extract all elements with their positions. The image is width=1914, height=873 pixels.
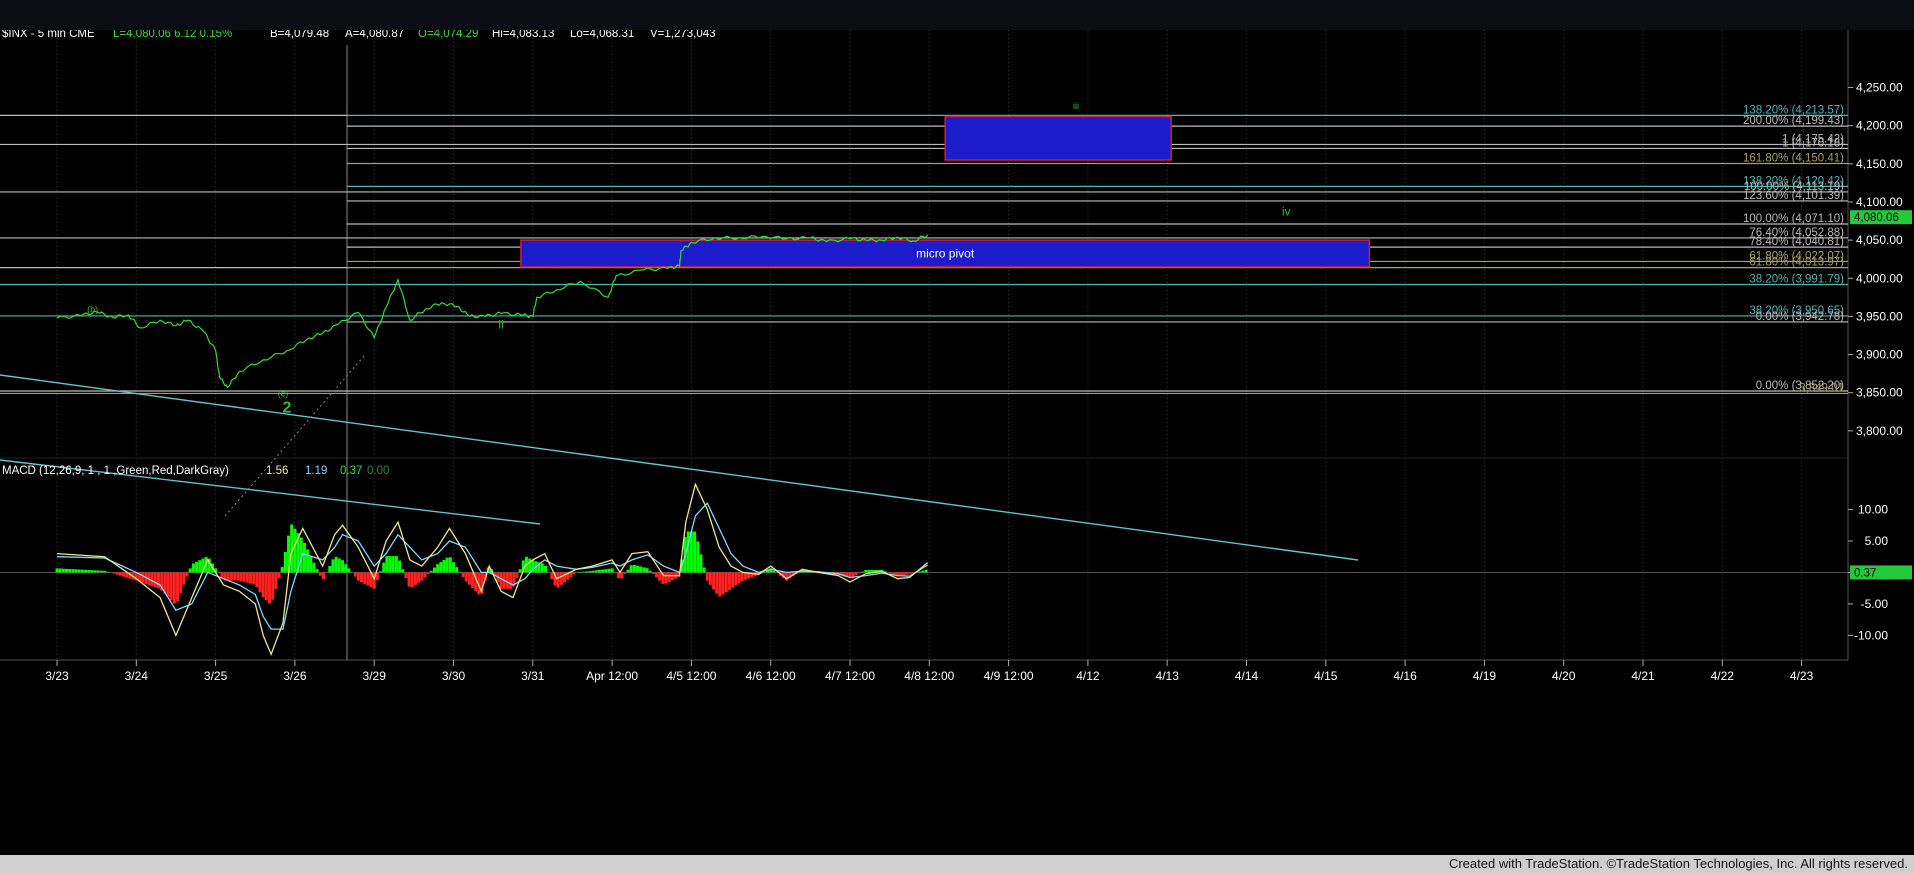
time-tick-label: 3/30 (442, 669, 466, 683)
fib-label: 1 (4,170.18) (1782, 137, 1844, 149)
fib-label: 161.80% (4,150.41) (1743, 153, 1844, 165)
footer-bar: Created with TradeStation. ©TradeStation… (0, 855, 1914, 873)
wave-label: iii (1073, 101, 1079, 111)
macd-label: MACD (12,26,9, 1 , 1 ,Green,Red,DarkGray… (2, 465, 229, 477)
macd-last-label: 0.37 (1854, 567, 1876, 579)
time-tick-label: 4/7 12:00 (825, 669, 875, 683)
quote-open: O=4,074.29 (418, 30, 478, 40)
price-tick-label: 3,850.00 (1856, 386, 1903, 400)
window-titlebar (0, 0, 1914, 30)
time-tick-label: 4/13 (1156, 669, 1180, 683)
macd-value-1: 1.56 (266, 465, 288, 477)
fib-label: 78.40% (4,040.81) (1749, 236, 1844, 248)
time-tick-label: 4/20 (1552, 669, 1576, 683)
wave-label: ii (498, 318, 503, 332)
time-tick-label: 3/26 (283, 669, 307, 683)
time-tick-label: 4/16 (1393, 669, 1417, 683)
time-tick-label: Apr 12:00 (586, 669, 638, 683)
fib-label: 38.20% (3,991.79) (1749, 274, 1844, 286)
time-tick-label: 4/6 12:00 (746, 669, 796, 683)
price-tick-label: 3,950.00 (1856, 309, 1903, 323)
time-tick-label: 4/23 (1790, 669, 1814, 683)
fib-label: 123.60% (4,101.39) (1743, 190, 1844, 202)
wave-label: 2 (283, 400, 292, 417)
wave-label: (b) (87, 305, 98, 315)
fib-label: 0.00% (3,942.78) (1756, 311, 1844, 323)
fib-label: 3,849.01 (1799, 382, 1844, 394)
time-tick-label: 4/8 12:00 (904, 669, 954, 683)
quote-ask: A=4,080.87 (345, 30, 404, 40)
box-label: micro pivot (916, 246, 975, 260)
footer-copyright: Created with TradeStation. ©TradeStation… (1448, 856, 1908, 871)
price-tick-label: 4,050.00 (1856, 233, 1903, 247)
price-tick-label: 4,150.00 (1856, 157, 1903, 171)
fib-label: 200.00% (4,199.43) (1743, 115, 1844, 127)
chart-canvas[interactable]: 138.20% (4,213.57)200.00% (4,199.43)1 (4… (0, 30, 1914, 855)
target-box (944, 115, 1172, 161)
quote-high: Hi=4,083.13 (492, 30, 554, 40)
time-tick-label: 4/15 (1314, 669, 1338, 683)
time-tick-label: 3/29 (363, 669, 387, 683)
price-tick-label: 3,800.00 (1856, 424, 1903, 438)
quote-bid: B=4,079.48 (270, 30, 329, 40)
macd-tick-label: -5.00 (1861, 597, 1889, 611)
symbol-label: $INX - 5 min CME (2, 30, 95, 40)
price-tick-label: 4,000.00 (1856, 271, 1903, 285)
fib-label: 61.80% (4,013.97) (1749, 257, 1844, 269)
macd-value-2: 1.19 (305, 465, 327, 477)
quote-low: Lo=4,068.31 (570, 30, 634, 40)
wave-label: (c) (278, 389, 289, 399)
macd-tick-label: 5.00 (1865, 534, 1889, 548)
time-tick-label: 4/5 12:00 (666, 669, 716, 683)
time-tick-label: 4/14 (1235, 669, 1259, 683)
quote-last: L=4,080.06 6.12 0.15% (113, 30, 232, 40)
price-tick-label: 3,900.00 (1856, 348, 1903, 362)
macd-tick-label: -10.00 (1854, 628, 1888, 642)
macd-tick-label: 10.00 (1858, 502, 1888, 516)
time-tick-label: 4/12 (1076, 669, 1100, 683)
time-tick-label: 3/31 (521, 669, 545, 683)
time-tick-label: 4/21 (1631, 669, 1655, 683)
time-tick-label: 3/24 (125, 669, 149, 683)
fib-label: 100.00% (4,071.10) (1743, 213, 1844, 225)
price-tick-label: 4,200.00 (1856, 119, 1903, 133)
time-tick-label: 3/23 (45, 669, 69, 683)
price-tick-label: 4,100.00 (1856, 195, 1903, 209)
time-tick-label: 4/19 (1473, 669, 1497, 683)
wave-label: iv (1282, 205, 1291, 219)
quote-volume: V=1,273,043 (650, 30, 716, 40)
time-tick-label: 4/9 12:00 (984, 669, 1034, 683)
macd-value-4: 0.00 (367, 465, 389, 477)
macd-value-3: 0.37 (340, 465, 362, 477)
last-price-label: 4,080.06 (1854, 212, 1899, 224)
time-tick-label: 4/22 (1711, 669, 1735, 683)
time-tick-label: 3/25 (204, 669, 228, 683)
price-tick-label: 4,250.00 (1856, 81, 1903, 95)
